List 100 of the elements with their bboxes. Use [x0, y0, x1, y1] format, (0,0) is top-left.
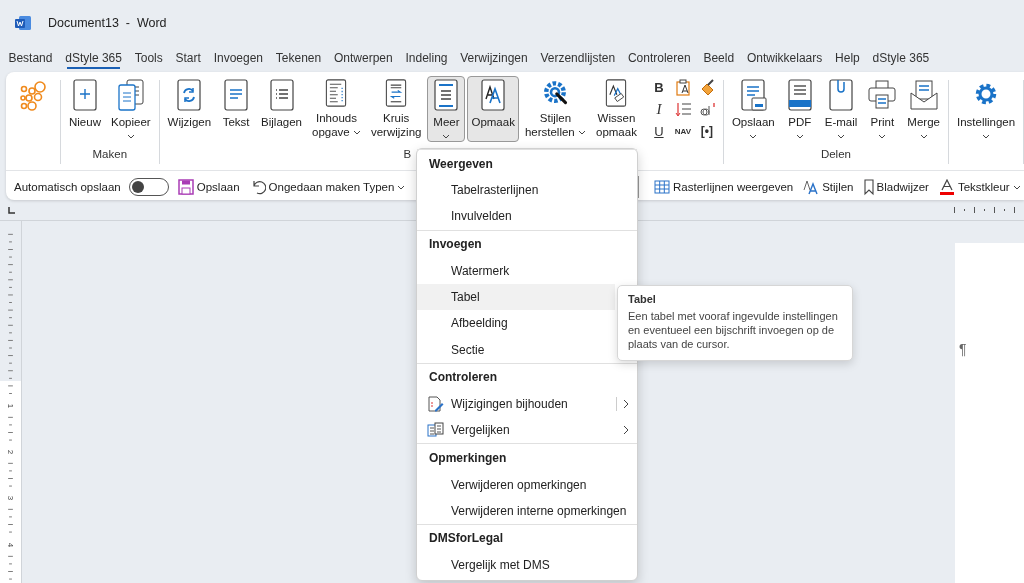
ribbon-button[interactable]: Wissen opmaak	[592, 76, 641, 142]
ribbon-tab[interactable]: Tekenen	[269, 46, 328, 69]
ribbon-button[interactable]: Stijlen herstellen	[520, 76, 590, 142]
window-title: Document13 - Word	[48, 16, 167, 30]
pen-document-icon	[427, 395, 444, 413]
ribbon-button[interactable]: Wijzigen	[163, 76, 216, 142]
ribbon-button[interactable]: Merge	[903, 76, 944, 142]
menu-item[interactable]: Wijzigingen bijhouden	[417, 390, 637, 418]
ribbon-tab[interactable]: Invoegen	[207, 46, 270, 69]
ruler-number: 3	[5, 496, 17, 501]
word-app-icon	[15, 15, 31, 31]
toolbar-button[interactable]: Bladwijzer	[862, 176, 930, 198]
ribbon-button[interactable]: Kruis verwijzing	[366, 76, 426, 142]
chevron-down-icon	[1012, 184, 1021, 190]
bold-button[interactable]: B	[654, 79, 664, 95]
chevron-down-icon	[837, 134, 846, 139]
group-label: Delen	[820, 148, 851, 160]
chevron-down-icon	[919, 134, 928, 139]
tooltip-title: Tabel	[628, 292, 657, 306]
menu-item[interactable]: Watermerk	[417, 257, 637, 284]
styles-icon	[803, 178, 820, 196]
toolbar-button[interactable]: Ongedaan maken Typen	[248, 176, 407, 198]
ribbon-button[interactable]: Tekst	[217, 76, 256, 142]
ribbon-tab[interactable]: Bestand	[2, 46, 59, 69]
ribbon-button[interactable]: PDF	[780, 76, 819, 142]
ruler-number: 1	[5, 403, 17, 408]
menu-section-header: Controleren	[429, 370, 497, 385]
superscript-icon	[698, 100, 715, 118]
menu-section-header: Invoegen	[429, 237, 482, 252]
menu-item[interactable]: Invulvelden	[417, 203, 637, 230]
envelope-icon	[908, 79, 939, 111]
ribbon-tab[interactable]: Verwijzingen	[453, 46, 535, 69]
compare-documents-icon	[427, 422, 444, 440]
numbered-list-icon	[674, 100, 691, 118]
menu-item[interactable]: Sectie	[417, 336, 615, 363]
ribbon-button[interactable]: Kopieer	[106, 76, 155, 142]
ruler-number: 2	[5, 449, 17, 455]
ribbon-tab[interactable]: Help	[828, 46, 867, 69]
ribbon-tab[interactable]: Indeling	[399, 46, 454, 69]
ribbon-tab[interactable]: Beeld	[697, 46, 741, 69]
ribbon-button[interactable]: Instellingen	[952, 76, 1020, 142]
font-color-icon	[938, 178, 955, 196]
chevron-right-icon	[623, 425, 629, 436]
ribbon-tab[interactable]: Tools	[128, 46, 170, 69]
ribbon-tab[interactable]: Start	[169, 46, 208, 69]
ribbon-button[interactable]: Opmaak	[467, 76, 519, 142]
menu-item[interactable]: Vergelijken	[417, 417, 637, 444]
ribbon-tab[interactable]: dStyle 365	[58, 46, 129, 69]
chevron-right-icon	[623, 398, 629, 409]
menu-item[interactable]: Tabel	[417, 283, 615, 311]
menu-section-header: Opmerkingen	[429, 450, 507, 465]
ribbon-tab[interactable]: Controleren	[621, 46, 698, 69]
menu-item[interactable]: Verwijderen opmerkingen	[417, 471, 637, 498]
chevron-down-icon	[878, 134, 887, 139]
ribbon-button[interactable]: Inhouds opgave	[308, 76, 365, 142]
underline-button[interactable]: U	[654, 123, 664, 139]
ribbon-tab[interactable]: dStyle 365	[866, 46, 936, 69]
ribbon-button[interactable]: Meer	[427, 76, 466, 142]
menu-item[interactable]: Tabelrasterlijnen	[417, 177, 637, 204]
ribbon-button[interactable]: Bijlagen	[257, 76, 306, 142]
field-code-button[interactable]: [•]	[700, 124, 713, 138]
ribbon-button[interactable]: Nieuw	[65, 76, 105, 142]
superscript-button[interactable]	[698, 100, 715, 118]
ribbon-button[interactable]: E-mail	[820, 76, 862, 142]
toolbar-button[interactable]: Opslaan	[176, 176, 241, 198]
group-label: Maken	[92, 148, 128, 160]
chevron-down-icon	[352, 130, 361, 136]
table-grid-icon	[654, 178, 670, 196]
printer-icon	[867, 79, 898, 111]
menu-item[interactable]: Verwijderen interne opmerkingen	[417, 497, 637, 524]
ribbon-tab[interactable]: Ontwerpen	[327, 46, 400, 69]
chevron-down-icon	[126, 134, 135, 139]
menu-item[interactable]: Afbeelding	[417, 310, 615, 337]
toolbar-button[interactable]: Stijlen	[802, 176, 855, 198]
menu-item[interactable]: Vergelijk met DMS	[417, 551, 637, 579]
clipboard-button[interactable]	[674, 78, 691, 96]
autosave-toggle[interactable]	[128, 178, 169, 196]
plus-document-icon	[70, 79, 100, 111]
ribbon-tab[interactable]: Ontwikkelaars	[740, 46, 829, 69]
tab-stop-icon	[7, 206, 15, 214]
italic-button[interactable]: I	[656, 100, 662, 118]
ribbon-button[interactable]: Opslaan	[727, 76, 779, 142]
chevron-down-icon	[397, 184, 406, 190]
save-document-icon	[738, 79, 769, 111]
menu-section-header: Weergeven	[429, 156, 493, 171]
nav-button[interactable]: NAV	[674, 126, 692, 136]
toolbar-button[interactable]: Rasterlijnen weergeven	[653, 176, 795, 198]
bubbles-logo-icon	[18, 80, 48, 112]
paragraph-mark: ¶	[959, 341, 967, 357]
ribbon-tab[interactable]: Verzendlijsten	[534, 46, 622, 69]
chevron-down-icon	[749, 134, 758, 139]
group-label: B	[403, 148, 412, 160]
clipboard-icon	[674, 78, 691, 96]
copy-documents-icon	[115, 79, 146, 111]
menu-section-header: DMSforLegal	[429, 531, 503, 546]
toggle-label: Automatisch opslaan	[14, 181, 121, 193]
toolbar-button[interactable]: Tekstkleur	[937, 176, 1022, 198]
chevron-down-icon	[982, 134, 991, 139]
ribbon-button[interactable]: Print	[863, 76, 902, 142]
tooltip-text: Een tabel met vooraf ingevulde instellingen en eventueel een bijschrift invoegen op de plaats van de cursor.	[628, 309, 839, 351]
